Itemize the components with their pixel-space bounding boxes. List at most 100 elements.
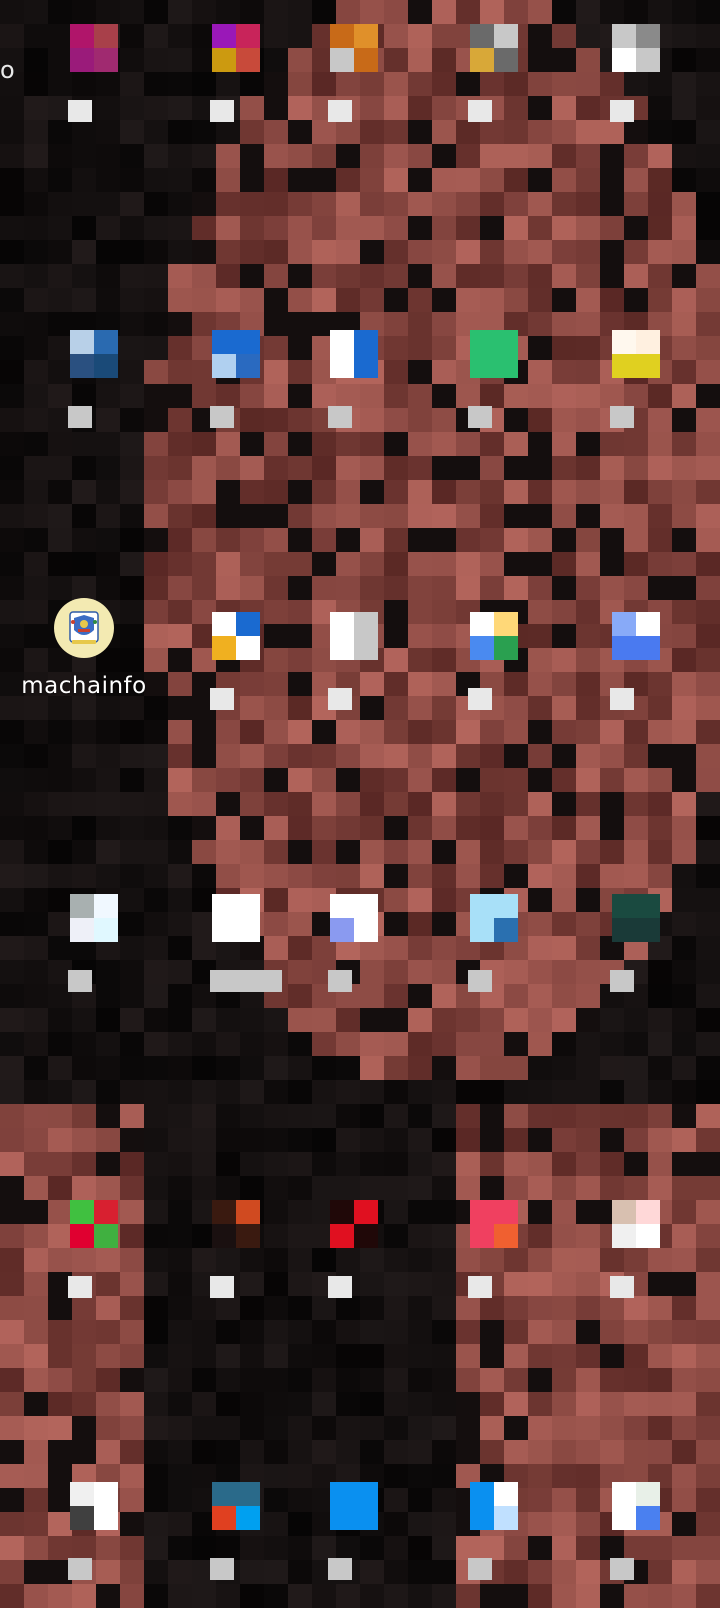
wallpaper-tile — [240, 1392, 264, 1416]
obscured-app-icon[interactable] — [612, 894, 660, 942]
wallpaper-tile — [48, 816, 72, 840]
obscured-icon-tile — [494, 1224, 518, 1248]
obscured-app-icon[interactable] — [70, 894, 118, 942]
wallpaper-tile — [672, 1392, 696, 1416]
obscured-app-icon[interactable] — [70, 1482, 118, 1530]
obscured-app-icon[interactable] — [612, 612, 660, 660]
wallpaper-tile — [288, 1248, 312, 1272]
wallpaper-tile — [624, 528, 648, 552]
obscured-icon-tile — [212, 894, 236, 918]
obscured-icon-tile — [612, 354, 636, 378]
wallpaper-tile — [144, 1104, 168, 1128]
wallpaper-tile — [96, 96, 120, 120]
obscured-app-icon[interactable] — [470, 24, 518, 72]
wallpaper-tile — [432, 432, 456, 456]
wallpaper-tile — [456, 120, 480, 144]
app-machainfo[interactable]: machainfo — [12, 598, 156, 718]
wallpaper-tile — [432, 624, 456, 648]
wallpaper-tile — [432, 1320, 456, 1344]
wallpaper-tile — [264, 600, 288, 624]
obscured-app-icon[interactable] — [212, 1482, 260, 1530]
wallpaper-tile — [360, 144, 384, 168]
obscured-app-label — [210, 688, 234, 710]
wallpaper-tile — [408, 144, 432, 168]
obscured-app-icon[interactable] — [612, 1482, 660, 1530]
wallpaper-tile — [264, 24, 288, 48]
obscured-app-icon[interactable] — [70, 24, 118, 72]
obscured-app-icon[interactable] — [470, 612, 518, 660]
obscured-icon-tile — [612, 918, 636, 942]
obscured-app-icon[interactable] — [330, 1482, 378, 1530]
wallpaper-tile — [432, 1296, 456, 1320]
wallpaper-tile — [96, 480, 120, 504]
wallpaper-tile — [24, 1152, 48, 1176]
obscured-app-icon[interactable] — [470, 894, 518, 942]
wallpaper-tile — [192, 1104, 216, 1128]
wallpaper-tile — [432, 168, 456, 192]
obscured-app-icon[interactable] — [212, 24, 260, 72]
wallpaper-tile — [192, 552, 216, 576]
obscured-app-icon[interactable] — [212, 1200, 260, 1248]
wallpaper-tile — [648, 840, 672, 864]
wallpaper-tile — [552, 1464, 576, 1488]
obscured-app-icon[interactable] — [330, 894, 378, 942]
wallpaper-tile — [96, 1080, 120, 1104]
wallpaper-tile — [432, 792, 456, 816]
wallpaper-tile — [216, 384, 240, 408]
wallpaper-tile — [312, 1368, 336, 1392]
obscured-app-icon[interactable] — [612, 1200, 660, 1248]
wallpaper-tile — [216, 552, 240, 576]
obscured-app-icon[interactable] — [330, 1200, 378, 1248]
wallpaper-tile — [24, 792, 48, 816]
obscured-app-icon[interactable] — [212, 330, 260, 378]
obscured-app-icon[interactable] — [212, 612, 260, 660]
wallpaper-tile — [264, 1560, 288, 1584]
wallpaper-tile — [672, 1128, 696, 1152]
wallpaper-tile — [648, 1032, 672, 1056]
obscured-app-icon[interactable] — [70, 1200, 118, 1248]
wallpaper-tile — [432, 1416, 456, 1440]
wallpaper-tile — [48, 1368, 72, 1392]
obscured-app-icon[interactable] — [470, 1482, 518, 1530]
obscured-icon-tile — [94, 1200, 118, 1224]
wallpaper-tile — [504, 72, 528, 96]
wallpaper-tile — [0, 1032, 24, 1056]
wallpaper-tile — [24, 1584, 48, 1608]
wallpaper-tile — [528, 1200, 552, 1224]
wallpaper-tile — [240, 696, 264, 720]
obscured-app-label — [468, 970, 492, 992]
obscured-app-icon[interactable] — [212, 894, 260, 942]
wallpaper-tile — [24, 360, 48, 384]
obscured-app-icon[interactable] — [330, 330, 378, 378]
wallpaper-tile — [672, 1224, 696, 1248]
wallpaper-tile — [360, 984, 384, 1008]
wallpaper-tile — [360, 216, 384, 240]
wallpaper-tile — [144, 720, 168, 744]
wallpaper-tile — [264, 1080, 288, 1104]
obscured-app-icon[interactable] — [70, 330, 118, 378]
wallpaper-tile — [480, 1032, 504, 1056]
wallpaper-tile — [96, 1248, 120, 1272]
obscured-icon-tile — [636, 1506, 660, 1530]
wallpaper-tile — [288, 1272, 312, 1296]
wallpaper-tile — [336, 456, 360, 480]
obscured-app-icon[interactable] — [612, 24, 660, 72]
wallpaper-tile — [360, 504, 384, 528]
obscured-app-icon[interactable] — [470, 1200, 518, 1248]
wallpaper-tile — [264, 264, 288, 288]
wallpaper-tile — [144, 792, 168, 816]
wallpaper-tile — [528, 1464, 552, 1488]
obscured-app-icon[interactable] — [470, 330, 518, 378]
obscured-app-icon[interactable] — [612, 330, 660, 378]
wallpaper-tile — [528, 696, 552, 720]
wallpaper-tile — [648, 480, 672, 504]
wallpaper-tile — [48, 576, 72, 600]
wallpaper-tile — [456, 792, 480, 816]
wallpaper-tile — [0, 168, 24, 192]
wallpaper-tile — [312, 264, 336, 288]
obscured-icon-tile — [212, 1506, 236, 1530]
obscured-app-icon[interactable] — [330, 24, 378, 72]
obscured-app-icon[interactable] — [330, 612, 378, 660]
wallpaper-tile — [384, 336, 408, 360]
wallpaper-tile — [288, 1464, 312, 1488]
